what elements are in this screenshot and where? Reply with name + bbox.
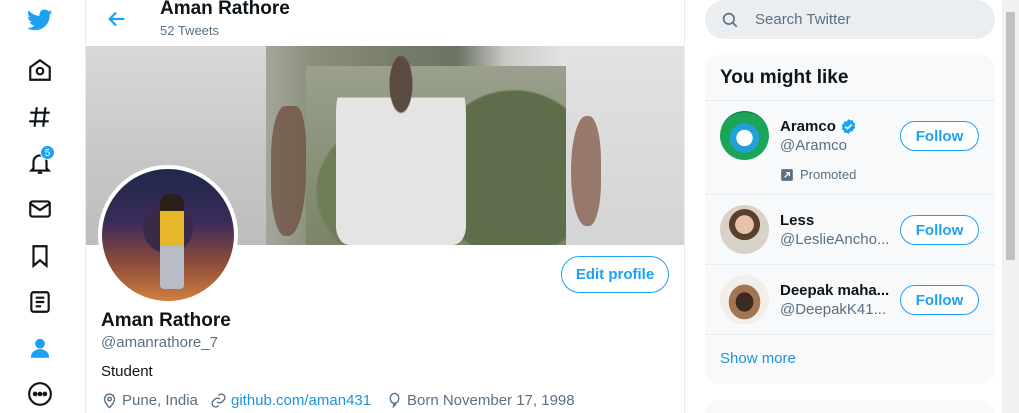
suggestion-item[interactable]: Aramco @Aramco Promoted Follow [705,101,995,194]
suggestion-name[interactable]: Deepak maha... [780,282,889,299]
suggestion-handle: @DeepakK41... [780,301,887,318]
follow-button[interactable]: Follow [900,285,979,315]
show-more-link[interactable]: Show more [720,350,796,367]
bookmarks-icon[interactable] [26,242,54,270]
suggestion-name-text: Aramco [780,118,836,135]
messages-icon[interactable] [26,195,54,223]
notification-count-badge: 5 [40,145,55,160]
profile-website: github.com/aman431 [210,392,371,409]
suggestion-avatar[interactable] [720,275,769,324]
promoted-text: Promoted [800,167,857,182]
arrow-left-icon [108,11,125,27]
profile-location: Pune, India [101,392,198,409]
verified-badge-icon [841,119,856,134]
who-to-follow-title: You might like [720,67,849,88]
location-pin-icon [103,393,116,409]
profile-name: Aman Rathore [101,310,231,331]
notifications-icon[interactable]: 5 [26,145,55,177]
suggestion-item[interactable]: Less @LeslieAncho... Follow [705,195,995,264]
link-icon [211,393,226,408]
suggestion-handle: @Aramco [780,137,847,154]
edit-profile-button[interactable]: Edit profile [561,256,669,293]
header-profile-name: Aman Rathore [160,0,290,19]
search-input[interactable] [755,11,975,28]
location-text: Pune, India [122,392,198,409]
profile-bio: Student [101,363,153,380]
left-navigation: 5 [0,0,86,413]
more-icon[interactable] [26,380,54,408]
lists-icon[interactable] [26,288,54,316]
birthdate-text: Born November 17, 1998 [407,392,575,409]
header-tweet-count: 52 Tweets [160,23,220,38]
profile-birthdate: Born November 17, 1998 [386,392,575,409]
search-box[interactable] [705,0,995,39]
promoted-label: Promoted [780,167,856,182]
suggestion-name[interactable]: Less [780,212,814,229]
suggestion-handle: @LeslieAncho... [780,231,890,248]
divider [705,334,995,335]
suggestion-name-text: Less [780,212,815,229]
trends-card [705,400,995,413]
suggestion-avatar[interactable] [720,205,769,254]
suggestion-avatar[interactable] [720,111,769,160]
promoted-icon [781,168,793,181]
home-icon[interactable] [26,56,54,84]
explore-icon[interactable] [26,103,54,131]
back-button[interactable] [104,6,130,32]
follow-button[interactable]: Follow [900,121,979,151]
twitter-logo-icon[interactable] [26,6,54,34]
website-link[interactable]: github.com/aman431 [231,392,371,409]
profile-column: Aman Rathore 52 Tweets Edit profile Aman… [86,0,685,413]
balloon-icon [389,392,400,408]
who-to-follow-card: You might like Aramco @Aramco Promoted F… [705,55,995,384]
follow-button[interactable]: Follow [900,215,979,245]
profile-avatar[interactable] [98,165,238,305]
scrollbar-thumb[interactable] [1006,12,1015,260]
suggestion-name-text: Deepak maha... [780,282,890,299]
profile-icon[interactable] [26,334,54,362]
suggestion-name[interactable]: Aramco [780,118,857,135]
profile-header-bar: Aman Rathore 52 Tweets [86,0,684,46]
suggestion-item[interactable]: Deepak maha... @DeepakK41... Follow [705,265,995,334]
profile-handle: @amanrathore_7 [101,334,218,351]
page-scrollbar[interactable] [1002,0,1019,413]
search-icon [722,12,738,27]
